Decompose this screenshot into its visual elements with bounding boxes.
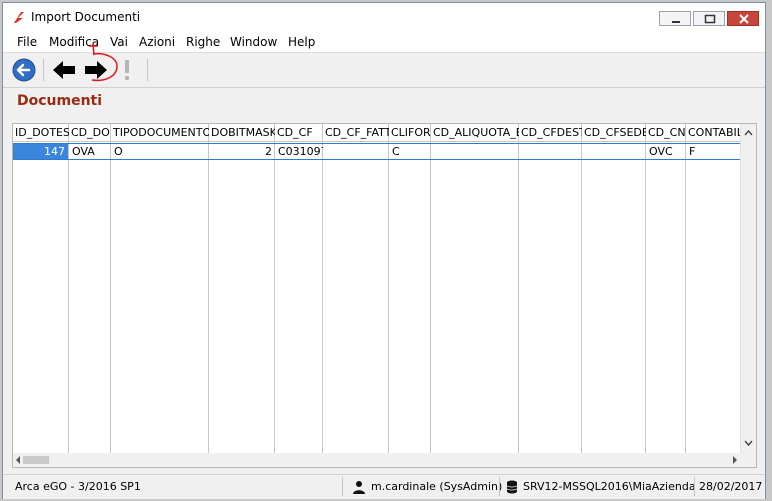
- status-separator: [342, 477, 343, 496]
- grid-column: [323, 124, 389, 454]
- table-cell[interactable]: C031097: [275, 144, 323, 159]
- grid-column: [209, 124, 275, 454]
- column-header-cd-cfsede[interactable]: CD_CFSEDE: [582, 124, 646, 141]
- table-cell[interactable]: [582, 144, 646, 159]
- table-cell[interactable]: OVC: [646, 144, 686, 159]
- maximize-button[interactable]: [693, 11, 725, 26]
- grid-column: [69, 124, 111, 454]
- grid-column: [275, 124, 323, 454]
- table-cell[interactable]: 147: [14, 144, 68, 159]
- scroll-down-icon[interactable]: [741, 436, 756, 450]
- minimize-button[interactable]: [659, 11, 691, 26]
- scrollbar-corner: [741, 453, 756, 467]
- status-date: 28/02/2017: [699, 480, 763, 493]
- minimize-icon: [672, 21, 680, 23]
- arca-logo-icon: [14, 12, 24, 23]
- grid-column: [431, 124, 519, 454]
- column-header-tipodocumento[interactable]: TIPODOCUMENTO: [111, 124, 209, 141]
- toolbar-separator: [147, 59, 148, 81]
- grid-column: [111, 124, 209, 454]
- menu-vai[interactable]: Vai: [110, 35, 128, 49]
- exclamation-icon: [125, 60, 129, 80]
- database-icon: [506, 480, 518, 494]
- table-cell[interactable]: C: [389, 144, 431, 159]
- table-cell[interactable]: O: [111, 144, 209, 159]
- title-bar[interactable]: Import Documenti: [3, 3, 765, 31]
- status-server: SRV12-MSSQL2016\MiaAzienda: [523, 480, 696, 493]
- menu-righe[interactable]: Righe: [186, 35, 220, 49]
- app-window: Import Documenti File Modifica Vai Azion…: [2, 2, 766, 499]
- maximize-icon: [704, 14, 716, 24]
- table-cell[interactable]: 2: [209, 144, 275, 159]
- status-app-version: Arca eGO - 3/2016 SP1: [15, 480, 141, 493]
- column-header-id-dotes[interactable]: ID_DOTES: [13, 124, 69, 141]
- documents-grid[interactable]: ID_DOTES CD_DO TIPODOCUMENTO DOBITMASK C…: [12, 123, 757, 468]
- close-icon: [739, 14, 749, 24]
- grid-column: [13, 124, 69, 454]
- status-separator: [694, 477, 695, 496]
- menu-modifica[interactable]: Modifica: [49, 35, 99, 49]
- user-icon: [353, 481, 365, 494]
- menu-help[interactable]: Help: [288, 35, 315, 49]
- scroll-right-icon[interactable]: [729, 453, 741, 467]
- arrow-right-icon: [85, 61, 107, 79]
- menu-window[interactable]: Window: [230, 35, 277, 49]
- grid-column: [519, 124, 582, 454]
- grid-column: [389, 124, 431, 454]
- header-divider: [13, 141, 743, 142]
- table-cell[interactable]: [431, 144, 519, 159]
- toolbar-separator: [43, 59, 44, 81]
- column-header-cd-cf-fatt[interactable]: CD_CF_FATT: [323, 124, 389, 141]
- column-header-cd-cfdest[interactable]: CD_CFDEST: [519, 124, 582, 141]
- horizontal-scroll-thumb[interactable]: [23, 456, 49, 464]
- column-header-contabile[interactable]: CONTABILE: [686, 124, 744, 141]
- grid-column: [646, 124, 686, 454]
- column-header-cd-aliquota-e[interactable]: CD_ALIQUOTA_E: [431, 124, 519, 141]
- arrow-left-icon: [53, 61, 75, 79]
- previous-button[interactable]: [50, 57, 78, 83]
- column-header-dobitmask[interactable]: DOBITMASK: [209, 124, 275, 141]
- status-user: m.cardinale (SysAdmin): [371, 480, 503, 493]
- back-circle-icon: [12, 58, 36, 82]
- table-cell[interactable]: [323, 144, 389, 159]
- grid-column: [686, 124, 744, 454]
- menu-bar: File Modifica Vai Azioni Righe Window He…: [3, 31, 765, 53]
- menu-azioni[interactable]: Azioni: [139, 35, 175, 49]
- back-button[interactable]: [11, 57, 39, 83]
- column-header-cd-cn[interactable]: CD_CN: [646, 124, 686, 141]
- vertical-scrollbar[interactable]: [740, 124, 756, 454]
- status-separator: [499, 477, 500, 496]
- window-title: Import Documenti: [31, 10, 141, 24]
- section-title: Documenti: [17, 93, 103, 109]
- table-cell[interactable]: OVA: [69, 144, 111, 159]
- close-button[interactable]: [727, 11, 759, 26]
- grid-column: [582, 124, 646, 454]
- toolbar: [3, 53, 765, 88]
- status-bar: Arca eGO - 3/2016 SP1 m.cardinale (SysAd…: [3, 474, 765, 499]
- table-cell[interactable]: F: [686, 144, 744, 159]
- next-button[interactable]: [82, 57, 110, 83]
- alert-button[interactable]: [114, 57, 142, 83]
- column-header-clifor[interactable]: CLIFOR: [389, 124, 431, 141]
- scroll-left-icon[interactable]: [13, 453, 23, 467]
- scroll-up-icon[interactable]: [741, 126, 756, 140]
- table-cell[interactable]: [519, 144, 582, 159]
- column-header-cd-cf[interactable]: CD_CF: [275, 124, 323, 141]
- menu-file[interactable]: File: [17, 35, 37, 49]
- column-header-cd-do[interactable]: CD_DO: [69, 124, 111, 141]
- horizontal-scrollbar[interactable]: [13, 453, 742, 467]
